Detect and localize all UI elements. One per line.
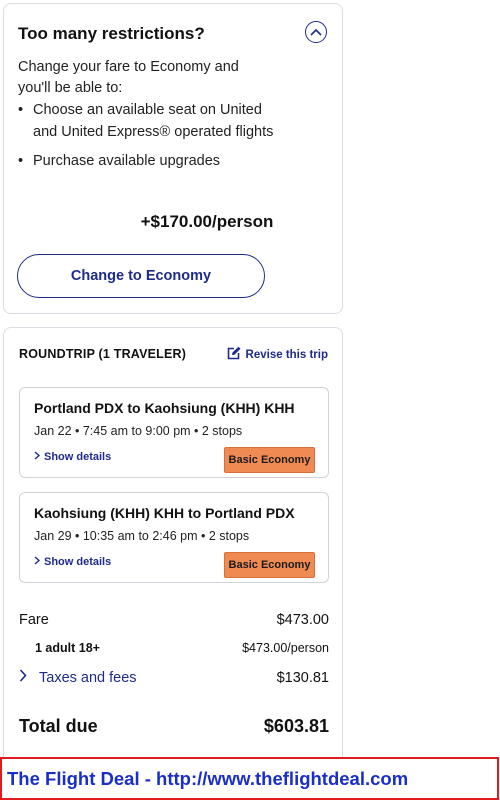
- fare-label: Fare: [19, 612, 49, 628]
- show-details-label: Show details: [44, 556, 112, 568]
- taxes-label: Taxes and fees: [39, 669, 137, 686]
- chevron-up-icon[interactable]: [305, 21, 327, 43]
- source-banner: The Flight Deal - http://www.theflightde…: [0, 757, 499, 800]
- flight-times: Jan 22 • 7:45 am to 9:00 pm • 2 stops: [34, 424, 243, 438]
- flight-segment-outbound: Portland PDX to Kaohsiung (KHH) KHH Jan …: [19, 387, 329, 478]
- taxes-and-fees-toggle[interactable]: Taxes and fees: [19, 669, 137, 686]
- upsell-intro: Change your fare to Economy and you'll b…: [18, 59, 239, 96]
- flight-route: Kaohsiung (KHH) KHH to Portland PDX: [34, 505, 295, 521]
- total-label: Total due: [19, 716, 98, 736]
- show-details-link[interactable]: Show details: [34, 556, 111, 568]
- revise-trip-label: Revise this trip: [245, 349, 328, 361]
- total-value: $603.81: [263, 716, 329, 736]
- show-details-label: Show details: [44, 451, 112, 463]
- revise-trip-link[interactable]: Revise this trip: [226, 346, 328, 364]
- total-due-row: Total due $603.81: [19, 716, 329, 737]
- flight-segment-return: Kaohsiung (KHH) KHH to Portland PDX Jan …: [19, 492, 329, 583]
- fare-class-badge: Basic Economy: [224, 552, 315, 578]
- benefit-item: Purchase available upgrades: [18, 151, 278, 173]
- upsell-card: Too many restrictions? Change your fare …: [3, 3, 343, 314]
- change-to-economy-button[interactable]: Change to Economy: [17, 254, 265, 298]
- benefit-item: Choose an available seat on United and U…: [18, 100, 278, 143]
- flight-route: Portland PDX to Kaohsiung (KHH) KHH: [34, 400, 295, 416]
- show-details-link[interactable]: Show details: [34, 451, 111, 463]
- upsell-benefits-list: Choose an available seat on United and U…: [18, 100, 278, 173]
- taxes-row: Taxes and fees $130.81: [19, 669, 329, 686]
- upsell-title: Too many restrictions?: [18, 24, 205, 43]
- fare-value: $473.00: [276, 612, 329, 628]
- banner-text: The Flight Deal - http://www.theflightde…: [7, 767, 409, 789]
- adult-label: 1 adult 18+: [35, 641, 100, 655]
- edit-icon: [226, 346, 241, 364]
- chevron-right-icon: [19, 669, 27, 686]
- flight-times: Jan 29 • 10:35 am to 2:46 pm • 2 stops: [34, 529, 250, 543]
- upsell-price: +$170.00/person: [140, 212, 274, 231]
- adult-fare-row: 1 adult 18+ $473.00/person: [19, 641, 329, 655]
- fare-row: Fare $473.00: [19, 612, 329, 628]
- trip-type-title: ROUNDTRIP (1 TRAVELER): [19, 347, 187, 361]
- adult-value: $473.00/person: [242, 641, 329, 655]
- chevron-right-icon: [34, 556, 41, 568]
- taxes-value: $130.81: [276, 669, 329, 686]
- trip-summary-card: ROUNDTRIP (1 TRAVELER) Revise this trip …: [3, 327, 343, 757]
- fare-class-badge: Basic Economy: [224, 447, 315, 473]
- chevron-right-icon: [34, 451, 41, 463]
